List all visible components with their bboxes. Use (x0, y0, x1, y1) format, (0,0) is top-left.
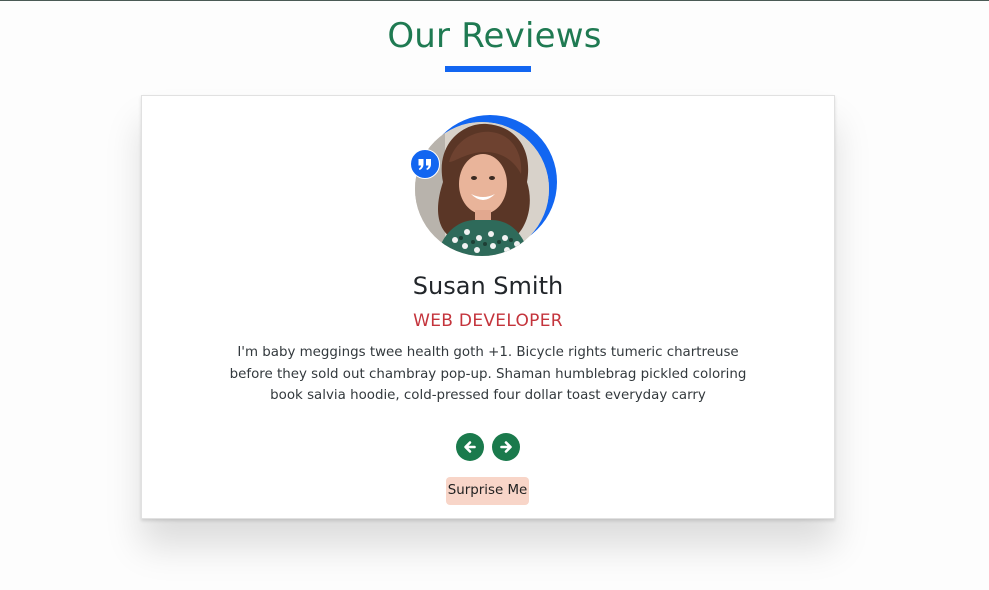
top-border (0, 0, 989, 1)
avatar (415, 122, 549, 256)
review-text: I'm baby meggings twee health goth +1. B… (229, 345, 747, 404)
next-button[interactable] (492, 433, 520, 461)
quote-icon (410, 149, 440, 179)
person-name: Susan Smith (412, 272, 564, 300)
chevron-left-circle-icon (464, 441, 476, 453)
person-photo (415, 122, 549, 256)
surprise-me-button[interactable]: Surprise Me (446, 477, 529, 505)
page-title: Our Reviews (387, 16, 602, 56)
chevron-right-circle-icon (500, 441, 512, 453)
avatar-container (410, 115, 557, 257)
prev-button[interactable] (456, 433, 484, 461)
person-job: WEB DEVELOPER (413, 311, 563, 331)
review-card: Susan Smith WEB DEVELOPER I'm baby meggi… (141, 95, 835, 519)
title-underline (445, 66, 531, 72)
